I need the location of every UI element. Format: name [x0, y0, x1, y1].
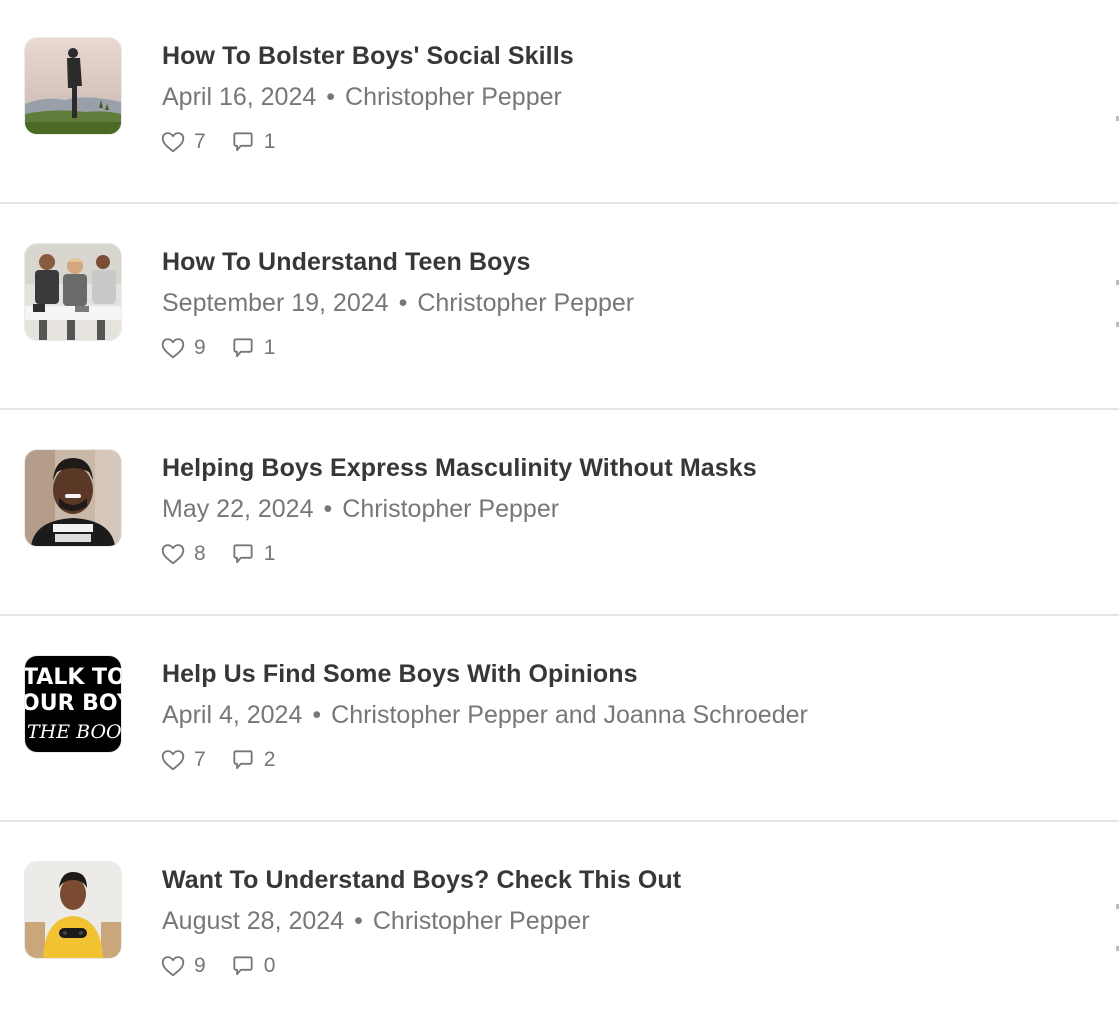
- post-author[interactable]: Christopher Pepper: [342, 495, 559, 523]
- comment-icon: [233, 956, 253, 976]
- post-thumbnail[interactable]: [25, 862, 121, 958]
- post-item[interactable]: How To Understand Teen Boys September 19…: [0, 206, 1119, 411]
- post-item[interactable]: Want To Understand Boys? Check This Out …: [0, 824, 1119, 1010]
- divider: [0, 202, 1119, 204]
- like-button[interactable]: 7: [160, 129, 206, 155]
- post-item[interactable]: Helping Boys Express Masculinity Without…: [0, 412, 1119, 617]
- comment-button[interactable]: 0: [230, 953, 276, 979]
- post-meta: April 4, 2024 • Christopher Pepper and Joa…: [162, 701, 808, 730]
- post-author[interactable]: Christopher Pepper: [345, 83, 562, 111]
- post-stats: 8 1: [160, 540, 299, 568]
- cover-line-2: OUR BOYS: [25, 691, 121, 716]
- post-thumbnail[interactable]: [25, 244, 121, 340]
- like-count: 7: [194, 748, 206, 771]
- cover-line-1: TALK TO: [25, 665, 121, 690]
- like-button[interactable]: 9: [160, 953, 206, 979]
- divider: [0, 614, 1119, 616]
- post-date: April 4, 2024: [162, 701, 303, 729]
- post-title[interactable]: Helping Boys Express Masculinity Without…: [162, 454, 757, 483]
- post-item[interactable]: How To Bolster Boys' Social Skills April…: [0, 0, 1119, 205]
- post-title[interactable]: Help Us Find Some Boys With Opinions: [162, 660, 638, 689]
- comment-button[interactable]: 2: [230, 747, 276, 773]
- comment-count: 2: [263, 748, 276, 771]
- post-meta: August 28, 2024 • Christopher Pepper: [162, 907, 590, 936]
- book-cover-graphic-icon: TALK TO OUR BOYS THE BOOK: [25, 656, 121, 752]
- post-thumbnail[interactable]: TALK TO OUR BOYS THE BOOK: [25, 656, 121, 752]
- post-date: August 28, 2024: [162, 907, 345, 935]
- post-title[interactable]: Want To Understand Boys? Check This Out: [162, 866, 681, 895]
- comment-button[interactable]: 1: [230, 335, 276, 361]
- comment-icon: [233, 132, 253, 152]
- heart-icon: [161, 544, 185, 565]
- post-date: September 19, 2024: [162, 289, 389, 317]
- comment-button[interactable]: 1: [230, 129, 276, 155]
- person-on-hill-photo-icon: [25, 38, 121, 134]
- like-button[interactable]: 8: [160, 541, 206, 567]
- comment-icon: [233, 544, 253, 564]
- like-button[interactable]: 7: [160, 747, 206, 773]
- heart-icon: [161, 132, 185, 153]
- boy-with-controller-photo-icon: [25, 862, 121, 958]
- post-thumbnail[interactable]: [25, 38, 121, 134]
- heart-icon: [161, 750, 185, 771]
- post-author[interactable]: Christopher Pepper: [373, 907, 590, 935]
- post-date: May 22, 2024: [162, 495, 314, 523]
- comment-count: 1: [263, 130, 276, 153]
- cover-line-3: THE BOOK: [27, 721, 121, 743]
- divider: [0, 408, 1119, 410]
- comment-count: 0: [263, 954, 276, 977]
- post-thumbnail[interactable]: [25, 450, 121, 546]
- post-item[interactable]: TALK TO OUR BOYS THE BOOK Help Us Find S…: [0, 618, 1119, 823]
- post-stats: 7 2: [160, 746, 299, 774]
- post-stats: 7 1: [160, 128, 299, 156]
- divider: [0, 820, 1119, 822]
- like-count: 8: [194, 542, 206, 565]
- three-teens-photo-icon: [25, 244, 121, 340]
- smiling-man-photo-icon: [25, 450, 121, 546]
- like-count: 9: [194, 954, 206, 977]
- post-date: April 16, 2024: [162, 83, 317, 111]
- like-button[interactable]: 9: [160, 335, 206, 361]
- post-author[interactable]: Christopher Pepper: [417, 289, 634, 317]
- comment-icon: [233, 338, 253, 358]
- comment-button[interactable]: 1: [230, 541, 276, 567]
- post-title[interactable]: How To Understand Teen Boys: [162, 248, 530, 277]
- meta-separator: •: [398, 289, 408, 317]
- post-stats: 9 1: [160, 334, 299, 362]
- post-list: How To Bolster Boys' Social Skills April…: [0, 0, 1119, 1010]
- comment-count: 1: [263, 542, 276, 565]
- meta-separator: •: [312, 701, 322, 729]
- meta-separator: •: [323, 495, 333, 523]
- post-author[interactable]: Christopher Pepper and Joanna Schroeder: [331, 701, 808, 729]
- post-title[interactable]: How To Bolster Boys' Social Skills: [162, 42, 574, 71]
- meta-separator: •: [354, 907, 363, 935]
- like-count: 7: [194, 130, 206, 153]
- post-meta: May 22, 2024 • Christopher Pepper: [162, 495, 559, 524]
- post-meta: September 19, 2024 • Christopher Pepper: [162, 289, 634, 318]
- heart-icon: [161, 338, 185, 359]
- heart-icon: [161, 956, 185, 977]
- like-count: 9: [194, 336, 206, 359]
- comment-icon: [233, 750, 253, 770]
- post-stats: 9 0: [160, 952, 299, 980]
- comment-count: 1: [263, 336, 276, 359]
- meta-separator: •: [326, 83, 336, 111]
- post-meta: April 16, 2024 • Christopher Pepper: [162, 83, 562, 112]
